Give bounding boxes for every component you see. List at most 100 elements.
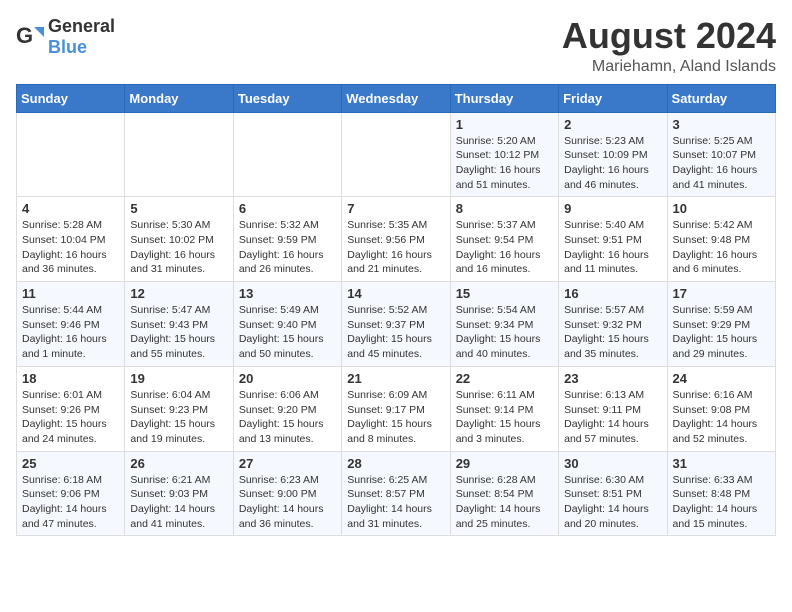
day-number: 29 <box>456 456 553 471</box>
weekday-header-monday: Monday <box>125 84 233 112</box>
day-number: 17 <box>673 286 770 301</box>
day-info: Sunrise: 5:57 AMSunset: 9:32 PMDaylight:… <box>564 303 661 362</box>
day-info: Sunrise: 6:06 AMSunset: 9:20 PMDaylight:… <box>239 388 336 447</box>
calendar-cell: 15 Sunrise: 5:54 AMSunset: 9:34 PMDayligh… <box>450 282 558 367</box>
day-info: Sunrise: 6:09 AMSunset: 9:17 PMDaylight:… <box>347 388 444 447</box>
calendar-cell: 29 Sunrise: 6:28 AMSunset: 8:54 PMDayligh… <box>450 451 558 536</box>
calendar-cell: 10Sunrise: 5:42 AMSunset: 9:48 PMDayligh… <box>667 197 775 282</box>
day-number: 13 <box>239 286 336 301</box>
calendar-cell: 5 Sunrise: 5:30 AMSunset: 10:02 PMDayligh… <box>125 197 233 282</box>
day-info: Sunrise: 5:30 AMSunset: 10:02 PMDaylight… <box>130 218 227 277</box>
day-number: 28 <box>347 456 444 471</box>
day-info: Sunrise: 5:20 AMSunset: 10:12 PMDaylight… <box>456 134 553 193</box>
calendar-cell: 20Sunrise: 6:06 AMSunset: 9:20 PMDayligh… <box>233 366 341 451</box>
calendar-cell <box>233 112 341 197</box>
day-number: 6 <box>239 201 336 216</box>
day-info: Sunrise: 6:28 AMSunset: 8:54 PMDaylight:… <box>456 473 553 532</box>
calendar-cell: 25Sunrise: 6:18 AMSunset: 9:06 PMDayligh… <box>17 451 125 536</box>
calendar-cell <box>342 112 450 197</box>
calendar-cell: 28 Sunrise: 6:25 AMSunset: 8:57 PMDayligh… <box>342 451 450 536</box>
calendar-cell: 24Sunrise: 6:16 AMSunset: 9:08 PMDayligh… <box>667 366 775 451</box>
day-info: Sunrise: 6:30 AMSunset: 8:51 PMDaylight:… <box>564 473 661 532</box>
calendar-cell: 3 Sunrise: 5:25 AMSunset: 10:07 PMDayligh… <box>667 112 775 197</box>
calendar-cell: 2 Sunrise: 5:23 AMSunset: 10:09 PMDayligh… <box>559 112 667 197</box>
week-row-2: 4Sunrise: 5:28 AMSunset: 10:04 PMDayligh… <box>17 197 776 282</box>
day-info: Sunrise: 5:23 AMSunset: 10:09 PMDaylight… <box>564 134 661 193</box>
calendar-cell: 11 Sunrise: 5:44 AMSunset: 9:46 PMDayligh… <box>17 282 125 367</box>
day-info: Sunrise: 6:21 AMSunset: 9:03 PMDaylight:… <box>130 473 227 532</box>
day-info: Sunrise: 6:23 AMSunset: 9:00 PMDaylight:… <box>239 473 336 532</box>
calendar-cell: 12Sunrise: 5:47 AMSunset: 9:43 PMDayligh… <box>125 282 233 367</box>
day-info: Sunrise: 5:44 AMSunset: 9:46 PMDaylight:… <box>22 303 119 362</box>
logo: G General Blue <box>16 16 115 58</box>
day-info: Sunrise: 6:18 AMSunset: 9:06 PMDaylight:… <box>22 473 119 532</box>
calendar-cell: 17 Sunrise: 5:59 AMSunset: 9:29 PMDayligh… <box>667 282 775 367</box>
calendar-cell <box>17 112 125 197</box>
day-info: Sunrise: 6:01 AMSunset: 9:26 PMDaylight:… <box>22 388 119 447</box>
day-number: 3 <box>673 117 770 132</box>
day-info: Sunrise: 6:11 AMSunset: 9:14 PMDaylight:… <box>456 388 553 447</box>
calendar-cell: 16Sunrise: 5:57 AMSunset: 9:32 PMDayligh… <box>559 282 667 367</box>
day-info: Sunrise: 6:33 AMSunset: 8:48 PMDaylight:… <box>673 473 770 532</box>
calendar-cell: 19Sunrise: 6:04 AMSunset: 9:23 PMDayligh… <box>125 366 233 451</box>
calendar-cell: 6Sunrise: 5:32 AMSunset: 9:59 PMDaylight… <box>233 197 341 282</box>
weekday-header-saturday: Saturday <box>667 84 775 112</box>
day-info: Sunrise: 5:25 AMSunset: 10:07 PMDaylight… <box>673 134 770 193</box>
day-info: Sunrise: 5:37 AMSunset: 9:54 PMDaylight:… <box>456 218 553 277</box>
day-number: 9 <box>564 201 661 216</box>
calendar-cell: 30 Sunrise: 6:30 AMSunset: 8:51 PMDayligh… <box>559 451 667 536</box>
weekday-header-sunday: Sunday <box>17 84 125 112</box>
week-row-4: 18 Sunrise: 6:01 AMSunset: 9:26 PMDayligh… <box>17 366 776 451</box>
week-row-5: 25Sunrise: 6:18 AMSunset: 9:06 PMDayligh… <box>17 451 776 536</box>
day-number: 23 <box>564 371 661 386</box>
day-info: Sunrise: 5:59 AMSunset: 9:29 PMDaylight:… <box>673 303 770 362</box>
day-number: 11 <box>22 286 119 301</box>
day-number: 4 <box>22 201 119 216</box>
svg-text:G: G <box>16 23 33 48</box>
day-number: 14 <box>347 286 444 301</box>
day-info: Sunrise: 6:04 AMSunset: 9:23 PMDaylight:… <box>130 388 227 447</box>
calendar-cell: 27 Sunrise: 6:23 AMSunset: 9:00 PMDayligh… <box>233 451 341 536</box>
day-info: Sunrise: 5:54 AMSunset: 9:34 PMDaylight:… <box>456 303 553 362</box>
calendar-table: SundayMondayTuesdayWednesdayThursdayFrid… <box>16 84 776 537</box>
day-number: 27 <box>239 456 336 471</box>
logo-icon: G <box>16 23 44 51</box>
calendar-cell <box>125 112 233 197</box>
day-number: 5 <box>130 201 227 216</box>
day-number: 30 <box>564 456 661 471</box>
main-title: August 2024 <box>562 16 776 56</box>
day-info: Sunrise: 5:52 AMSunset: 9:37 PMDaylight:… <box>347 303 444 362</box>
subtitle: Mariehamn, Aland Islands <box>562 58 776 76</box>
day-number: 10 <box>673 201 770 216</box>
calendar-cell: 23 Sunrise: 6:13 AMSunset: 9:11 PMDayligh… <box>559 366 667 451</box>
weekday-header-tuesday: Tuesday <box>233 84 341 112</box>
title-block: August 2024 Mariehamn, Aland Islands <box>562 16 776 76</box>
calendar-cell: 31 Sunrise: 6:33 AMSunset: 8:48 PMDayligh… <box>667 451 775 536</box>
day-number: 2 <box>564 117 661 132</box>
calendar-cell: 26 Sunrise: 6:21 AMSunset: 9:03 PMDayligh… <box>125 451 233 536</box>
calendar-cell: 21 Sunrise: 6:09 AMSunset: 9:17 PMDayligh… <box>342 366 450 451</box>
logo-text-general: General <box>48 16 115 36</box>
weekday-header-thursday: Thursday <box>450 84 558 112</box>
calendar-cell: 13Sunrise: 5:49 AMSunset: 9:40 PMDayligh… <box>233 282 341 367</box>
day-number: 15 <box>456 286 553 301</box>
calendar-cell: 7Sunrise: 5:35 AMSunset: 9:56 PMDaylight… <box>342 197 450 282</box>
calendar-cell: 8Sunrise: 5:37 AMSunset: 9:54 PMDaylight… <box>450 197 558 282</box>
day-info: Sunrise: 6:25 AMSunset: 8:57 PMDaylight:… <box>347 473 444 532</box>
calendar-cell: 4Sunrise: 5:28 AMSunset: 10:04 PMDayligh… <box>17 197 125 282</box>
week-row-3: 11 Sunrise: 5:44 AMSunset: 9:46 PMDayligh… <box>17 282 776 367</box>
calendar-cell: 9 Sunrise: 5:40 AMSunset: 9:51 PMDaylight… <box>559 197 667 282</box>
day-info: Sunrise: 6:13 AMSunset: 9:11 PMDaylight:… <box>564 388 661 447</box>
day-info: Sunrise: 5:40 AMSunset: 9:51 PMDaylight:… <box>564 218 661 277</box>
day-info: Sunrise: 5:35 AMSunset: 9:56 PMDaylight:… <box>347 218 444 277</box>
day-info: Sunrise: 6:16 AMSunset: 9:08 PMDaylight:… <box>673 388 770 447</box>
day-number: 31 <box>673 456 770 471</box>
day-number: 26 <box>130 456 227 471</box>
day-number: 21 <box>347 371 444 386</box>
day-number: 18 <box>22 371 119 386</box>
day-info: Sunrise: 5:47 AMSunset: 9:43 PMDaylight:… <box>130 303 227 362</box>
calendar-cell: 22Sunrise: 6:11 AMSunset: 9:14 PMDayligh… <box>450 366 558 451</box>
day-number: 1 <box>456 117 553 132</box>
weekday-header-friday: Friday <box>559 84 667 112</box>
week-row-1: 1 Sunrise: 5:20 AMSunset: 10:12 PMDayligh… <box>17 112 776 197</box>
